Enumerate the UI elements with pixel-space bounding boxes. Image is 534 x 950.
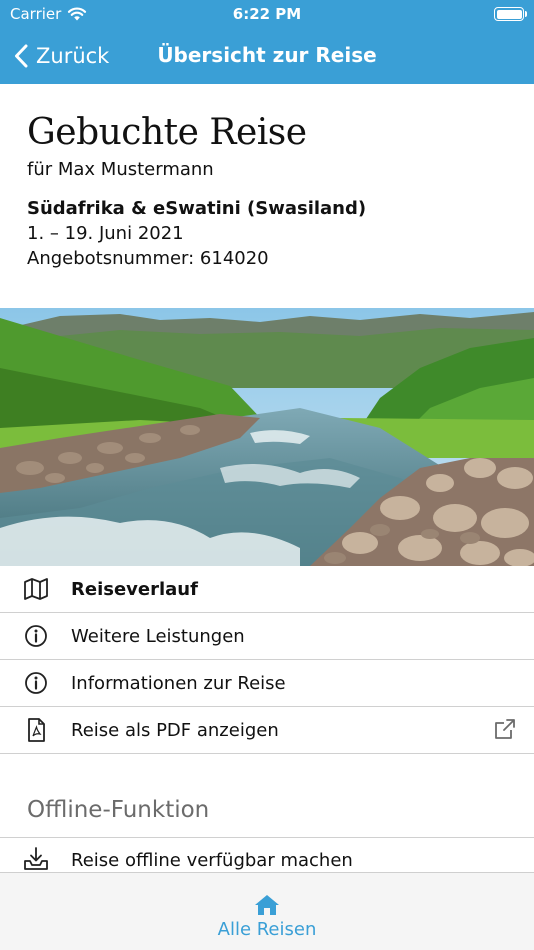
traveler-line: für Max Mustermann xyxy=(27,159,214,180)
status-bar: Carrier 6:22 PM xyxy=(0,0,534,30)
map-icon xyxy=(24,578,48,600)
booking-header: Gebuchte Reise für Max Mustermann Südafr… xyxy=(0,84,534,308)
external-link-icon[interactable] xyxy=(493,717,517,741)
menu-item-label: Informationen zur Reise xyxy=(71,673,286,694)
menu-item-weitere-leistungen[interactable]: Weitere Leistungen xyxy=(0,613,534,660)
trip-photo xyxy=(0,308,534,566)
menu-item-informationen[interactable]: Informationen zur Reise xyxy=(0,660,534,707)
info-icon xyxy=(25,625,47,647)
back-label: Zurück xyxy=(36,44,110,68)
home-icon xyxy=(255,895,279,915)
status-time: 6:22 PM xyxy=(232,5,302,23)
trip-dates: 1. – 19. Juni 2021 xyxy=(27,223,184,244)
tab-label: Alle Reisen xyxy=(217,919,317,940)
offline-availability-button[interactable]: Reise offline verfügbar machen xyxy=(0,838,534,872)
menu-item-pdf[interactable]: Reise als PDF anzeigen xyxy=(0,707,534,754)
menu-item-reiseverlauf[interactable]: Reiseverlauf xyxy=(0,566,534,613)
offer-number: Angebotsnummer: 614020 xyxy=(27,248,269,269)
page-title: Gebuchte Reise xyxy=(27,112,307,153)
menu-item-label: Weitere Leistungen xyxy=(71,626,245,647)
trip-name: Südafrika & eSwatini (Swasiland) xyxy=(27,198,367,219)
menu-item-label: Reise als PDF anzeigen xyxy=(71,720,279,741)
trip-menu: Reiseverlauf Weitere Leistungen Informat… xyxy=(0,566,534,754)
navigation-bar: Zurück Übersicht zur Reise xyxy=(0,30,534,84)
offline-item-label: Reise offline verfügbar machen xyxy=(71,850,353,871)
tab-bar: Alle Reisen xyxy=(0,872,534,950)
chevron-left-icon xyxy=(15,44,28,68)
tab-alle-reisen[interactable]: Alle Reisen xyxy=(0,873,534,950)
download-tray-icon xyxy=(24,847,48,870)
back-button[interactable]: Zurück xyxy=(14,38,109,74)
pdf-file-icon xyxy=(28,718,45,742)
info-icon xyxy=(25,672,47,694)
menu-item-label: Reiseverlauf xyxy=(71,579,198,600)
battery-icon xyxy=(494,7,527,21)
section-title-offline: Offline-Funktion xyxy=(27,797,210,823)
